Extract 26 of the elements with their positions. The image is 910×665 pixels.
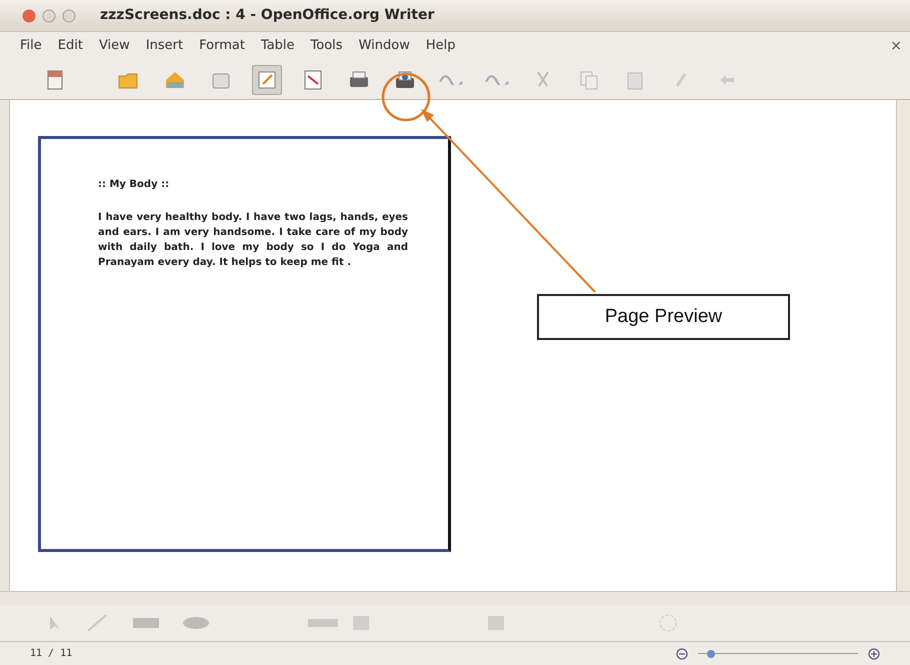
maximize-icon[interactable] [62,8,76,22]
menu-item[interactable]: Table [260,36,295,56]
vertical-scrollbar[interactable] [896,100,910,591]
window-title: zzzScreens.doc : 4 - OpenOffice.org Writer [100,6,434,25]
menu-item[interactable]: Edit [58,36,83,56]
zoom-in-icon[interactable] [868,648,880,660]
callout-label: Page Preview [537,294,790,340]
zoom-thumb[interactable] [706,650,715,658]
menu-item[interactable]: View [98,36,130,56]
highlight-circle [381,72,431,122]
menu-item[interactable]: Window [358,36,410,56]
horizontal-scrollbar[interactable] [0,591,910,605]
menu-item[interactable]: Format [199,36,245,56]
close-document-glyph[interactable]: × [890,36,902,56]
close-icon[interactable] [22,8,36,22]
minimize-icon[interactable] [42,8,56,22]
zoom-slider[interactable] [698,650,858,658]
document-heading: :: My Body :: [98,178,170,192]
menu-item[interactable]: Insert [146,36,184,56]
menu-item[interactable]: File [20,36,42,56]
document-paragraph: I have very healthy body. I have two lags, hands, eyes and ears. I am very handsome. I take care of my body with daily bath. I love my body so I do Yoga and Pranayam every day. It helps to keep me fit . [98,211,408,270]
menu-item[interactable]: Help [426,36,456,56]
zoom-out-icon[interactable] [676,648,688,660]
toolbar-button[interactable] [252,64,282,94]
menu-item[interactable]: Tools [310,36,343,56]
page-count: 11 / 11 [30,647,72,661]
